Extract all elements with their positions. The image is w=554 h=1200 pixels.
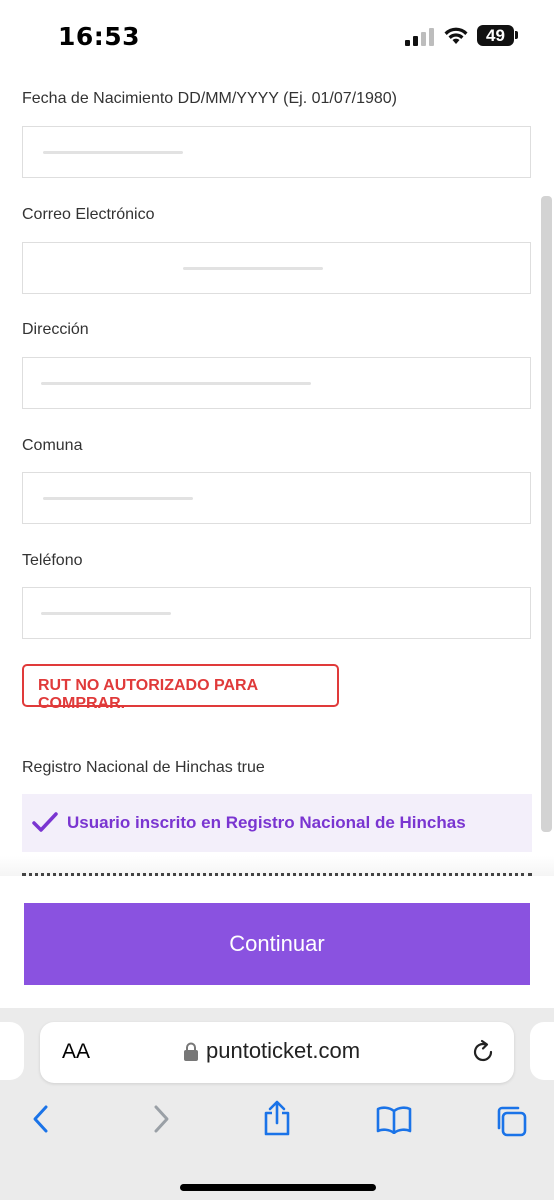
- home-indicator: [180, 1184, 376, 1191]
- redacted-value: [41, 382, 311, 385]
- url-text: puntoticket.com: [206, 1038, 361, 1063]
- address-bar[interactable]: AA puntoticket.com: [40, 1022, 514, 1083]
- page-scrollbar[interactable]: [541, 196, 552, 832]
- share-icon[interactable]: [262, 1100, 292, 1136]
- rnh-status-box: Usuario inscrito en Registro Nacional de…: [22, 794, 532, 852]
- email-input[interactable]: [22, 242, 531, 294]
- back-icon[interactable]: [30, 1104, 52, 1134]
- error-text: RUT NO AUTORIZADO PARA COMPRAR.: [38, 677, 258, 712]
- lock-icon: [184, 1042, 198, 1061]
- redacted-value: [43, 497, 193, 500]
- redacted-value: [183, 267, 323, 270]
- sticky-footer: Continuar: [0, 873, 554, 1008]
- dotted-divider: [22, 873, 532, 876]
- reload-icon[interactable]: [470, 1039, 496, 1065]
- battery-cap: [515, 31, 518, 39]
- redacted-value: [41, 612, 171, 615]
- next-tab-peek[interactable]: [530, 1022, 554, 1080]
- battery-icon: 49: [477, 25, 514, 46]
- birthdate-label: Fecha de Nacimiento DD/MM/YYYY (Ej. 01/0…: [22, 90, 397, 107]
- address-input[interactable]: [22, 357, 531, 409]
- cellular-signal-icon: [405, 28, 434, 46]
- browser-toolbar: AA puntoticket.com: [0, 1008, 554, 1200]
- phone-input[interactable]: [22, 587, 531, 639]
- tabs-icon[interactable]: [494, 1104, 528, 1138]
- reader-aa-button[interactable]: AA: [62, 1040, 90, 1064]
- redacted-value: [43, 151, 183, 154]
- email-label: Correo Electrónico: [22, 206, 155, 223]
- comuna-input[interactable]: [22, 472, 531, 524]
- error-message: RUT NO AUTORIZADO PARA COMPRAR.: [22, 664, 339, 712]
- birthdate-input[interactable]: [22, 126, 531, 178]
- status-time: 16:53: [58, 22, 141, 51]
- address-label: Dirección: [22, 321, 89, 338]
- rnh-status-text: Usuario inscrito en Registro Nacional de…: [67, 813, 466, 832]
- bookmarks-icon[interactable]: [376, 1106, 412, 1134]
- status-bar: 16:53 49: [0, 0, 554, 74]
- comuna-label: Comuna: [22, 437, 83, 454]
- continue-button[interactable]: Continuar: [24, 903, 530, 985]
- forward-icon[interactable]: [150, 1104, 172, 1134]
- previous-tab-peek[interactable]: [0, 1022, 24, 1080]
- checkmark-icon: [32, 812, 58, 832]
- rnh-label: Registro Nacional de Hinchas true: [22, 759, 265, 776]
- phone-label: Teléfono: [22, 552, 83, 569]
- wifi-icon: [444, 27, 468, 44]
